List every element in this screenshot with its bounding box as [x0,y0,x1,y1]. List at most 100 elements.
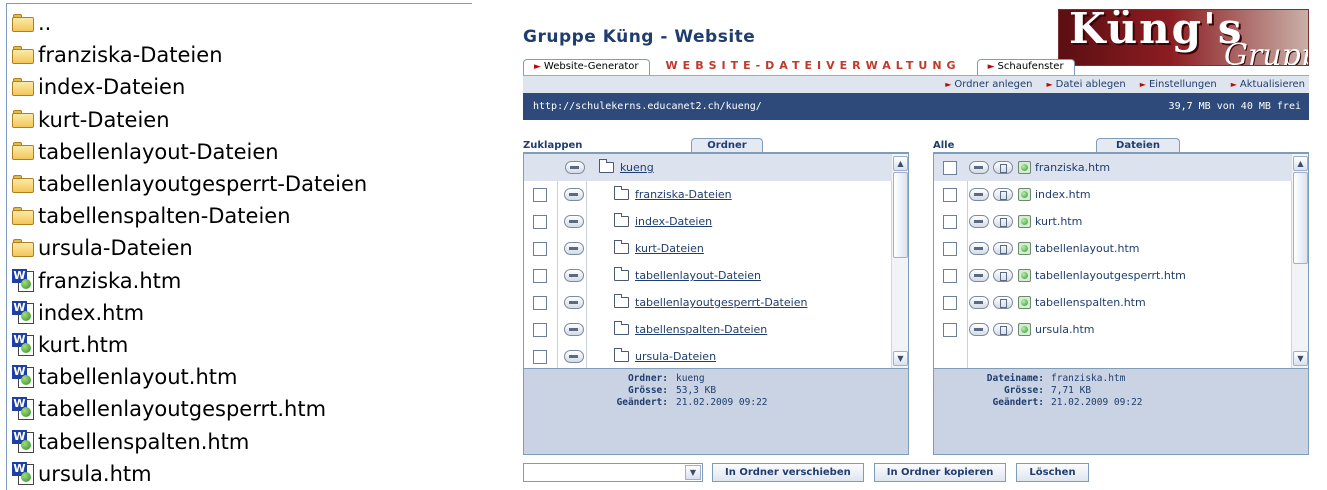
move-handle-icon[interactable] [564,296,584,309]
view-file-icon[interactable] [993,188,1013,201]
folder-link[interactable]: kurt-Dateien [635,242,704,255]
tab-dateien[interactable]: Dateien [1096,138,1180,153]
ordner-anlegen-link[interactable]: ► Ordner anlegen [945,79,1032,90]
move-to-folder-button[interactable]: In Ordner verschieben [712,463,864,482]
view-file-icon[interactable] [993,323,1013,336]
files-scrollbar[interactable]: ▲ ▼ [1291,154,1308,368]
move-handle-icon[interactable] [565,161,585,174]
folder-row[interactable]: index-Dateien [524,208,892,235]
einstellungen-link[interactable]: ► Einstellungen [1140,79,1217,90]
file-name[interactable]: tabellenspalten.htm [1035,296,1146,309]
move-handle-icon[interactable] [564,215,584,228]
tab-website-generator[interactable]: ► Website-Generator [523,59,650,75]
folder-row[interactable]: tabellenlayout-Dateien [524,262,892,289]
folder-row[interactable]: kurt-Dateien [524,235,892,262]
move-handle-icon[interactable] [969,242,989,255]
datei-ablegen-link[interactable]: ► Datei ablegen [1047,79,1126,90]
file-row[interactable]: index.htm [934,181,1292,208]
file-name[interactable]: ursula.htm [1035,323,1095,336]
files-list[interactable]: ▲ ▼ franziska.htm index.htm kurt.htm tabell… [933,153,1309,369]
file-name[interactable]: kurt.htm [1035,215,1082,228]
folder-link[interactable]: index-Dateien [635,215,712,228]
explorer-item[interactable]: Wtabellenlayout.htm [12,361,367,393]
file-name[interactable]: tabellenlayoutgesperrt.htm [1035,269,1186,282]
explorer-item[interactable]: Wursula.htm [12,458,367,490]
move-handle-icon[interactable] [969,188,989,201]
explorer-item[interactable]: tabellenlayoutgesperrt-Dateien [12,168,367,200]
move-handle-icon[interactable] [564,269,584,282]
folder-row-root[interactable]: kueng [524,154,892,181]
select-checkbox[interactable] [533,349,547,364]
move-handle-icon[interactable] [564,242,584,255]
folder-row[interactable]: franziska-Dateien [524,181,892,208]
file-row[interactable]: kurt.htm [934,208,1292,235]
select-checkbox[interactable] [533,268,547,283]
select-checkbox[interactable] [943,160,957,175]
file-name[interactable]: franziska.htm [1035,161,1110,174]
chevron-down-icon[interactable]: ▼ [685,465,701,480]
aktualisieren-link[interactable]: ► Aktualisieren [1231,79,1305,90]
folder-link[interactable]: ursula-Dateien [635,350,716,363]
file-row[interactable]: franziska.htm [934,154,1292,181]
folder-row[interactable]: ursula-Dateien [524,343,892,368]
folders-scrollbar[interactable]: ▲ ▼ [891,154,908,368]
explorer-item[interactable]: kurt-Dateien [12,104,367,136]
move-handle-icon[interactable] [969,323,989,336]
explorer-item[interactable]: .. [12,7,367,39]
select-checkbox[interactable] [533,322,547,337]
explorer-item[interactable]: index-Dateien [12,71,367,103]
file-row[interactable]: ursula.htm [934,316,1292,343]
folder-link[interactable]: kueng [620,161,654,174]
select-checkbox[interactable] [943,214,957,229]
scroll-down-button[interactable]: ▼ [1293,351,1308,366]
explorer-item[interactable]: Wkurt.htm [12,329,367,361]
delete-button[interactable]: Löschen [1016,463,1089,482]
move-handle-icon[interactable] [969,161,989,174]
folder-link[interactable]: franziska-Dateien [635,188,732,201]
scroll-down-button[interactable]: ▼ [893,351,908,366]
folders-list[interactable]: ▲ ▼ kueng franziska-Dateien index-Dateien k… [523,153,909,369]
select-checkbox[interactable] [943,322,957,337]
select-checkbox[interactable] [533,295,547,310]
scroll-thumb[interactable] [893,172,908,258]
scroll-up-button[interactable]: ▲ [1293,156,1308,171]
explorer-item[interactable]: Windex.htm [12,297,367,329]
folder-row[interactable]: tabellenlayoutgesperrt-Dateien [524,289,892,316]
folder-link[interactable]: tabellenspalten-Dateien [635,323,767,336]
file-name[interactable]: tabellenlayout.htm [1035,242,1139,255]
explorer-item[interactable]: Wtabellenlayoutgesperrt.htm [12,393,367,425]
file-row[interactable]: tabellenlayout.htm [934,235,1292,262]
select-checkbox[interactable] [943,268,957,283]
select-checkbox[interactable] [533,241,547,256]
move-handle-icon[interactable] [969,215,989,228]
view-file-icon[interactable] [993,215,1013,228]
tab-website-dateiverwaltung[interactable]: WEBSITE-DATEIVERWALTUNG [650,59,977,75]
copy-to-folder-button[interactable]: In Ordner kopieren [873,463,1007,482]
file-row[interactable]: tabellenspalten.htm [934,289,1292,316]
select-checkbox[interactable] [943,241,957,256]
view-file-icon[interactable] [993,269,1013,282]
file-row[interactable]: tabellenlayoutgesperrt.htm [934,262,1292,289]
tab-ordner[interactable]: Ordner [691,138,763,153]
tab-schaufenster[interactable]: ► Schaufenster [976,59,1075,75]
select-checkbox[interactable] [943,295,957,310]
move-handle-icon[interactable] [969,269,989,282]
view-file-icon[interactable] [993,296,1013,309]
move-handle-icon[interactable] [564,188,584,201]
scroll-up-button[interactable]: ▲ [893,156,908,171]
move-handle-icon[interactable] [564,323,584,336]
move-handle-icon[interactable] [564,350,584,363]
file-name[interactable]: index.htm [1035,188,1091,201]
explorer-item[interactable]: Wfranziska.htm [12,265,367,297]
explorer-item[interactable]: tabellenlayout-Dateien [12,136,367,168]
scroll-thumb[interactable] [1293,172,1308,264]
select-checkbox[interactable] [533,214,547,229]
explorer-item[interactable]: ursula-Dateien [12,232,367,264]
explorer-item[interactable]: franziska-Dateien [12,39,367,71]
collapse-link[interactable]: Zuklappen [523,140,582,151]
select-checkbox[interactable] [943,187,957,202]
select-all-link[interactable]: Alle [933,140,954,151]
folder-link[interactable]: tabellenlayout-Dateien [635,269,761,282]
folder-link[interactable]: tabellenlayoutgesperrt-Dateien [635,296,807,309]
view-file-icon[interactable] [993,161,1013,174]
